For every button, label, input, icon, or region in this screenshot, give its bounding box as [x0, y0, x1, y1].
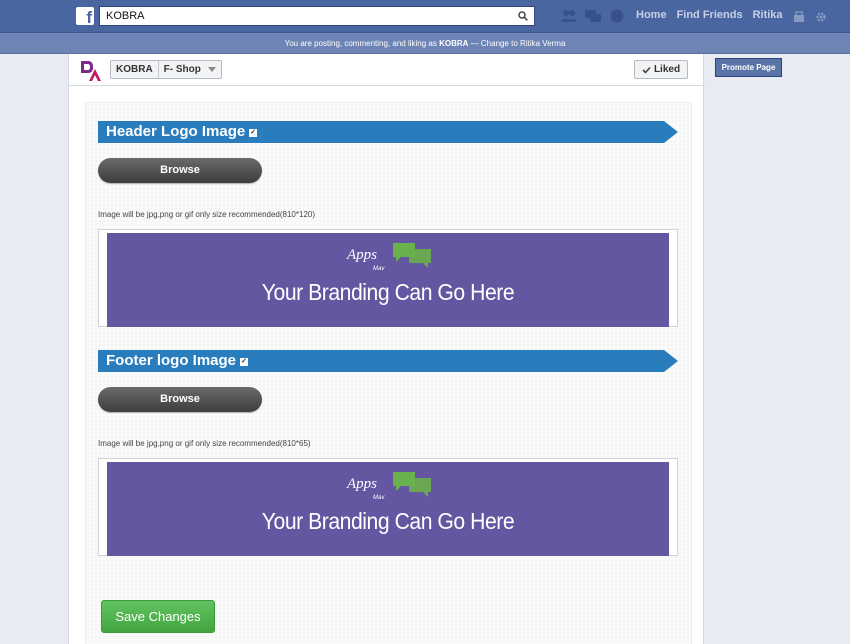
banner-tagline: Your Branding Can Go Here [261, 279, 515, 305]
search-input[interactable] [106, 9, 506, 23]
search-box[interactable] [99, 6, 535, 26]
liked-button[interactable]: Liked [634, 60, 688, 79]
save-changes-button[interactable]: Save Changes [101, 600, 215, 633]
banner-sub: Mav [373, 266, 385, 272]
header-logo-preview: Apps Mav Your Branding Can Go Here [98, 229, 678, 327]
chevron-down-icon [207, 67, 216, 72]
top-bar: f Home Find Friends Ritika [0, 0, 850, 33]
branding-banner: Apps Mav Your Branding Can Go Here [107, 233, 669, 327]
settings-gear-icon[interactable] [815, 11, 827, 23]
section-header-logo: Header Logo Image ✓ [98, 121, 678, 143]
chat-bubbles-icon [393, 243, 431, 268]
page-header: KOBRA F- Shop Liked [69, 54, 705, 86]
banner-brand: Apps [347, 247, 377, 263]
change-identity-link[interactable]: — Change to Ritika Verma [471, 39, 566, 48]
friend-requests-icon[interactable] [560, 8, 578, 24]
footer-logo-preview: Apps Mav Your Branding Can Go Here [98, 458, 678, 556]
page-avatar-icon[interactable] [79, 58, 103, 82]
app-content: Header Logo Image ✓ Browse Image will be … [85, 102, 692, 644]
section-footer-logo: Footer logo Image ✓ [98, 350, 678, 372]
messages-icon[interactable] [584, 8, 602, 24]
search-icon[interactable] [518, 11, 528, 21]
branding-banner: Apps Mav Your Branding Can Go Here [107, 462, 669, 556]
posting-name: KOBRA [439, 39, 469, 48]
upload-hint: Image will be jpg,png or gif only size r… [98, 439, 311, 448]
facebook-logo-icon[interactable]: f [76, 7, 94, 26]
privacy-lock-icon[interactable] [793, 11, 805, 23]
checkmark-icon [642, 66, 651, 74]
section-title: Header Logo Image [106, 123, 246, 140]
section-title: Footer logo Image [106, 352, 237, 369]
checkbox-icon[interactable]: ✓ [249, 129, 258, 137]
notification-icons [560, 8, 626, 24]
upload-hint: Image will be jpg,png or gif only size r… [98, 210, 316, 219]
page-column: KOBRA F- Shop Liked Header Logo Image ✓ B… [68, 54, 705, 644]
posting-as-bar: You are posting, commenting, and liking … [0, 33, 850, 54]
posting-prefix: You are posting, commenting, and liking … [284, 39, 437, 48]
checkbox-icon[interactable]: ✓ [240, 358, 249, 366]
promote-page-button[interactable]: Promote Page [715, 58, 782, 77]
page-switcher[interactable]: KOBRA F- Shop [110, 60, 222, 79]
banner-brand: Apps [347, 476, 377, 492]
nav-find-friends-link[interactable]: Find Friends [677, 9, 743, 23]
notifications-globe-icon[interactable] [608, 8, 626, 24]
banner-tagline: Your Branding Can Go Here [261, 508, 515, 534]
nav-home-link[interactable]: Home [636, 9, 667, 23]
app-name-label: F- Shop [163, 64, 201, 75]
browse-header-button[interactable]: Browse [98, 158, 262, 183]
nav-profile-link[interactable]: Ritika [753, 9, 783, 23]
page-name-label: KOBRA [116, 64, 153, 75]
browse-footer-button[interactable]: Browse [98, 387, 262, 412]
liked-label: Liked [653, 64, 681, 75]
nav-links: Home Find Friends Ritika [636, 9, 827, 23]
chat-bubbles-icon [393, 472, 431, 497]
banner-sub: Mav [373, 495, 385, 501]
